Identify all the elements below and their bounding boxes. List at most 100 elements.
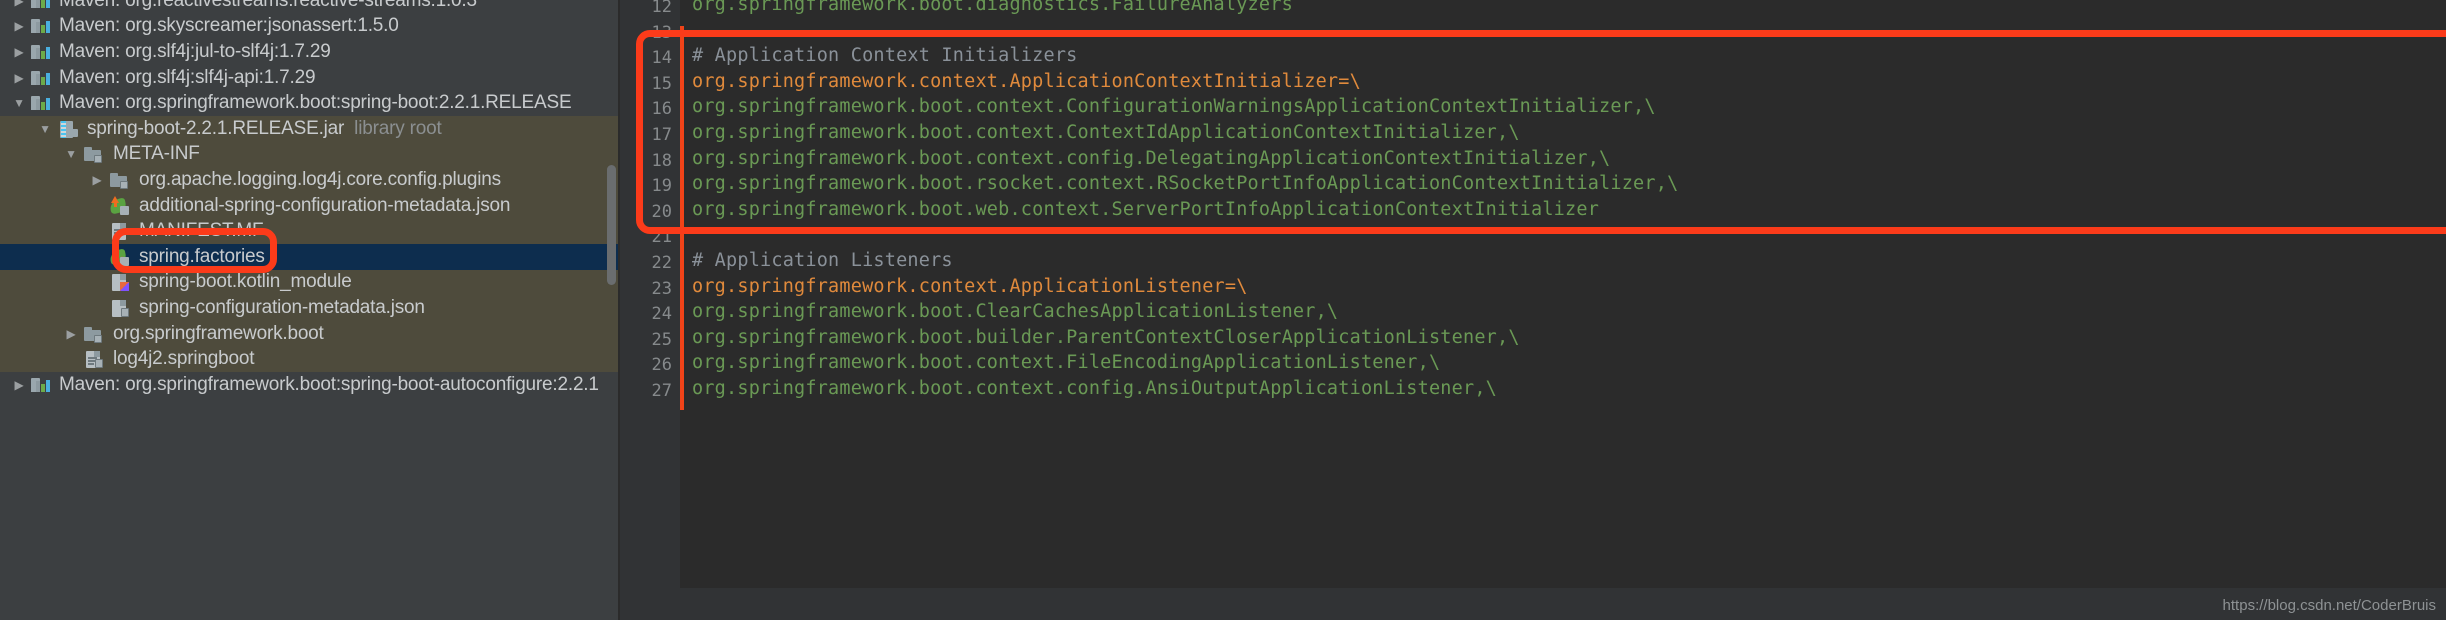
manifest-file-icon — [108, 221, 134, 241]
line-number: 21 — [651, 227, 672, 248]
chevron-right-icon[interactable]: ▶ — [8, 72, 30, 84]
code-line[interactable]: org.springframework.boot.ClearCachesAppl… — [692, 301, 1338, 322]
tree-row-label: log4j2.springboot — [113, 348, 255, 370]
tree-row[interactable]: ▶ Maven: org.reactivestreams:reactive-str… — [0, 0, 620, 14]
tree-row[interactable]: ▶ org.apache.logging.log4j.core.config.pl… — [0, 167, 620, 193]
spring-factories-file-icon — [108, 247, 134, 267]
line-number: 18 — [651, 150, 672, 171]
kotlin-module-file-icon — [108, 272, 134, 292]
chevron-down-icon[interactable]: ▼ — [60, 148, 82, 160]
tree-row[interactable]: ▶ spring-boot.kotlin_module — [0, 269, 620, 296]
jar-archive-icon — [56, 119, 82, 139]
code-line[interactable]: # Application Listeners — [692, 250, 953, 271]
code-line[interactable]: org.springframework.context.ApplicationL… — [692, 276, 1248, 297]
tree-row[interactable]: ▼ META-INF — [0, 141, 620, 168]
maven-icon — [30, 42, 54, 62]
tree-row-label: spring-boot-2.2.1.RELEASE.jar — [87, 117, 345, 139]
tree-row-label: Maven: org.reactivestreams:reactive-stre… — [59, 0, 477, 11]
tree-row[interactable]: ▶ Maven: org.springframework.boot:spring-… — [0, 372, 620, 398]
code-line[interactable]: org.springframework.boot.builder.ParentC… — [692, 327, 1520, 348]
editor-bottom-strip — [620, 588, 2446, 620]
tree-row-label: spring.factories — [139, 245, 265, 267]
tree-row[interactable]: ▶ Maven: org.slf4j:jul-to-slf4j:1.7.29 — [0, 39, 620, 65]
tree-row-label: Maven: org.slf4j:jul-to-slf4j:1.7.29 — [59, 40, 331, 62]
tree-row[interactable]: ▶ org.springframework.boot — [0, 320, 620, 347]
maven-icon — [30, 375, 54, 395]
maven-icon — [30, 16, 54, 36]
tree-row[interactable]: ▶ log4j2.springboot — [0, 346, 620, 372]
code-line[interactable]: org.springframework.boot.context.FileEnc… — [692, 352, 1440, 373]
code-line[interactable]: org.springframework.boot.context.Context… — [692, 122, 1520, 143]
chevron-right-icon: ▶ — [86, 251, 108, 263]
chevron-right-icon: ▶ — [86, 200, 108, 212]
line-number: 27 — [651, 381, 672, 401]
file-icon — [82, 349, 108, 369]
tree-row-label: org.springframework.boot — [113, 322, 324, 344]
chevron-right-icon[interactable]: ▶ — [8, 379, 30, 391]
chevron-right-icon[interactable]: ▶ — [8, 46, 30, 58]
maven-icon — [30, 68, 54, 88]
chevron-right-icon[interactable]: ▶ — [86, 174, 108, 186]
chevron-right-icon[interactable]: ▶ — [60, 328, 82, 340]
chevron-right-icon: ▶ — [86, 276, 108, 288]
tree-row[interactable]: ▶ Maven: org.skyscreamer:jsonassert:1.5.0 — [0, 14, 620, 40]
line-number: 14 — [651, 48, 672, 69]
tree-row[interactable]: ▶ additional-spring-configuration-metadat… — [0, 192, 620, 219]
editor-line-number-gutter: 12 13 14 15 16 17 18 19 20 21 22 23 24 25 26 27 — [620, 0, 680, 620]
tree-row-label: Maven: org.slf4j:slf4j-api:1.7.29 — [59, 66, 316, 88]
tree-row[interactable]: ▶ Maven: org.slf4j:slf4j-api:1.7.29 — [0, 65, 620, 91]
tree-vertical-scrollbar[interactable] — [607, 165, 616, 285]
spring-config-file-icon — [108, 195, 134, 216]
maven-icon — [30, 93, 54, 113]
chevron-right-icon: ▶ — [86, 225, 108, 237]
code-line[interactable]: # Application Context Initializers — [692, 45, 1078, 66]
code-line[interactable]: org.springframework.context.ApplicationC… — [692, 71, 1361, 92]
chevron-down-icon[interactable]: ▼ — [8, 97, 30, 109]
line-number: 16 — [651, 99, 672, 120]
code-line[interactable]: org.springframework.boot.context.Configu… — [692, 96, 1656, 117]
tree-row-label: org.apache.logging.log4j.core.config.plu… — [139, 168, 501, 190]
maven-icon — [30, 0, 54, 11]
line-number: 19 — [651, 176, 672, 197]
project-tree-panel[interactable]: ▶ Maven: org.reactivestreams:reactive-str… — [0, 0, 620, 620]
code-line[interactable]: org.springframework.boot.context.config.… — [692, 148, 1610, 169]
code-line[interactable]: org.springframework.boot.context.config.… — [692, 378, 1497, 399]
tree-row[interactable]: ▶ spring.factories — [0, 244, 620, 270]
line-number: 20 — [651, 201, 672, 222]
tree-row-label: MANIFEST.MF — [139, 220, 264, 242]
chevron-down-icon[interactable]: ▼ — [34, 123, 56, 135]
line-number: 15 — [651, 73, 672, 94]
line-number: 12 — [651, 0, 672, 17]
json-metadata-file-icon — [108, 298, 134, 318]
line-number: 24 — [651, 304, 672, 325]
code-line[interactable]: org.springframework.boot.web.context.Ser… — [692, 199, 1599, 220]
modified-lines-marker — [680, 26, 684, 410]
code-line[interactable]: org.springframework.boot.diagnostics.Fai… — [692, 0, 1293, 15]
tree-row-label: Maven: org.springframework.boot:spring-b… — [59, 373, 599, 395]
tree-row[interactable]: ▼ spring-boot-2.2.1.RELEASE.jar library ro… — [0, 116, 620, 142]
tree-row[interactable]: ▶ MANIFEST.MF — [0, 218, 620, 244]
ide-window: ▶ Maven: org.reactivestreams:reactive-str… — [0, 0, 2446, 620]
tree-row[interactable]: ▶ spring-configuration-metadata.json — [0, 295, 620, 321]
line-number: 26 — [651, 355, 672, 376]
tree-row-sublabel: library root — [354, 117, 442, 139]
code-line[interactable]: org.springframework.boot.rsocket.context… — [692, 173, 1678, 194]
chevron-right-icon[interactable]: ▶ — [8, 0, 30, 7]
folder-icon — [82, 324, 108, 344]
line-number: 22 — [651, 253, 672, 273]
chevron-right-icon[interactable]: ▶ — [8, 20, 30, 32]
chevron-right-icon: ▶ — [86, 302, 108, 314]
line-number: 17 — [651, 125, 672, 145]
tree-row-label: Maven: org.springframework.boot:spring-b… — [59, 92, 572, 114]
tree-row[interactable]: ▼ Maven: org.springframework.boot:spring-… — [0, 90, 620, 116]
chevron-right-icon: ▶ — [60, 353, 82, 365]
watermark-text: https://blog.csdn.net/CoderBruis — [2222, 597, 2436, 614]
folder-icon — [108, 170, 134, 190]
line-number: 25 — [651, 329, 672, 350]
tree-row-label: additional-spring-configuration-metadata… — [139, 194, 511, 216]
code-editor-panel[interactable]: 12 13 14 15 16 17 18 19 20 21 22 23 24 25 26 27 org.spr… — [620, 0, 2446, 620]
tree-row-label: META-INF — [113, 143, 200, 165]
tree-row-label: Maven: org.skyscreamer:jsonassert:1.5.0 — [59, 15, 399, 37]
tree-row-label: spring-configuration-metadata.json — [139, 296, 425, 318]
line-number: 23 — [651, 278, 672, 299]
